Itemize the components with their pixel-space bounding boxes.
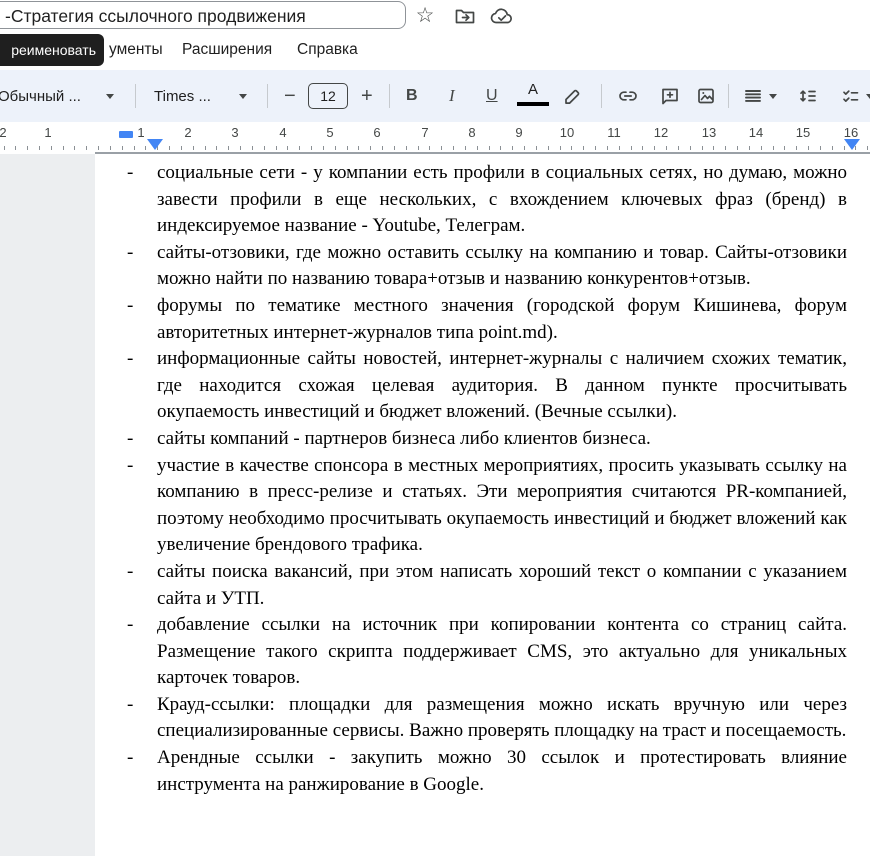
ruler-number: 3: [231, 125, 239, 140]
toolbar-divider: [135, 84, 136, 108]
title-bar: -Стратегия ссылочного продвижения ☆: [0, 0, 870, 32]
list-item[interactable]: - информационные сайты новостей, интерне…: [127, 346, 847, 426]
ruler-number: 4: [279, 125, 287, 140]
toolbar: Обычный ... Times ... − 12 + B I U A: [0, 70, 870, 122]
ruler-number: 12: [653, 125, 669, 140]
ruler-number: 16: [843, 125, 859, 140]
bullet-marker: -: [127, 454, 134, 476]
page-margin-backdrop: [0, 154, 95, 856]
left-indent-marker[interactable]: [147, 139, 163, 150]
font-size-input[interactable]: 12: [308, 83, 348, 109]
list-item-text[interactable]: информационные сайты новостей, интернет-…: [157, 346, 847, 426]
add-comment-icon[interactable]: [658, 70, 682, 122]
toolbar-divider: [601, 84, 602, 108]
bullet-list: - социальные сети - у компании есть проф…: [127, 160, 847, 798]
star-icon[interactable]: ☆: [412, 3, 438, 29]
ruler-number: 7: [421, 125, 429, 140]
line-spacing-icon[interactable]: [796, 70, 820, 122]
document-page[interactable]: - социальные сети - у компании есть проф…: [95, 154, 870, 856]
list-item[interactable]: - форумы по тематике местного значения (…: [127, 293, 847, 346]
chevron-down-icon[interactable]: [239, 70, 247, 122]
list-item-text[interactable]: сайты поиска вакансий, при этом написать…: [157, 559, 847, 612]
first-line-indent-marker[interactable]: [119, 131, 133, 138]
underline-button[interactable]: U: [486, 70, 498, 122]
text-color-button[interactable]: A: [521, 81, 545, 98]
list-item-text[interactable]: социальные сети - у компании есть профил…: [157, 160, 847, 240]
ruler-number: 5: [326, 125, 334, 140]
checklist-icon[interactable]: [840, 70, 868, 122]
chevron-down-icon[interactable]: [769, 70, 777, 122]
bullet-marker: -: [127, 747, 134, 769]
ruler-number: 10: [559, 125, 575, 140]
list-item-text[interactable]: сайты компаний - партнеров бизнеса либо …: [157, 426, 847, 453]
ruler-number: 13: [701, 125, 717, 140]
ruler-number: 2: [184, 125, 192, 140]
ruler-number: 1: [44, 125, 52, 140]
list-item[interactable]: - социальные сети - у компании есть проф…: [127, 160, 847, 240]
chevron-down-icon[interactable]: [106, 70, 114, 122]
cloud-saved-icon[interactable]: [489, 3, 515, 29]
menu-item[interactable]: Справка: [295, 37, 360, 63]
ruler-number: 14: [748, 125, 764, 140]
ruler-number: 1: [137, 125, 145, 140]
bullet-marker: -: [127, 427, 134, 449]
paragraph-style-selector[interactable]: Обычный ...: [0, 70, 81, 122]
align-justify-icon[interactable]: [741, 70, 765, 122]
ruler-number: 15: [795, 125, 811, 140]
toolbar-divider: [728, 84, 729, 108]
bullet-marker: -: [127, 560, 134, 582]
list-item[interactable]: - сайты-отзовики, где можно оставить ссы…: [127, 240, 847, 293]
ruler-number: 2: [0, 125, 7, 140]
font-selector[interactable]: Times ...: [154, 70, 211, 122]
chevron-down-icon[interactable]: [866, 70, 870, 122]
move-to-folder-icon[interactable]: [452, 3, 478, 29]
insert-link-icon[interactable]: [616, 70, 640, 122]
decrease-font-size-button[interactable]: −: [284, 70, 296, 122]
menu-item[interactable]: Расширения: [180, 37, 274, 63]
ruler-number: 9: [515, 125, 523, 140]
bullet-marker: -: [127, 348, 134, 370]
menu-bar: ументы Расширения Справка реименовать: [0, 32, 870, 70]
list-item-text[interactable]: добавление ссылки на источник при копиро…: [157, 612, 847, 692]
ruler-number: 8: [468, 125, 476, 140]
right-indent-marker[interactable]: [844, 139, 860, 150]
bullet-marker: -: [127, 294, 134, 316]
bullet-marker: -: [127, 614, 134, 636]
list-item[interactable]: - сайты поиска вакансий, при этом написа…: [127, 559, 847, 612]
ruler-number: 11: [607, 125, 621, 140]
bullet-marker: -: [127, 693, 134, 715]
list-item-text[interactable]: Арендные ссылки - закупить можно 30 ссыл…: [157, 745, 847, 798]
text-color-swatch: [517, 102, 549, 106]
bullet-marker: -: [127, 241, 134, 263]
italic-button[interactable]: I: [449, 70, 455, 122]
toolbar-divider: [389, 84, 390, 108]
list-item[interactable]: - Арендные ссылки - закупить можно 30 сс…: [127, 745, 847, 798]
rename-tooltip: реименовать: [0, 34, 104, 66]
list-item-text[interactable]: форумы по тематике местного значения (го…: [157, 293, 847, 346]
document-area: - социальные сети - у компании есть проф…: [0, 154, 870, 856]
list-item-text[interactable]: Крауд-ссылки: площадки для размещения мо…: [157, 692, 847, 745]
insert-image-icon[interactable]: [694, 70, 718, 122]
bold-button[interactable]: B: [406, 70, 418, 122]
list-item[interactable]: - сайты компаний - партнеров бизнеса либ…: [127, 426, 847, 453]
list-item[interactable]: - добавление ссылки на источник при копи…: [127, 612, 847, 692]
highlighter-icon[interactable]: [560, 70, 584, 122]
list-item[interactable]: - Крауд-ссылки: площадки для размещения …: [127, 692, 847, 745]
increase-font-size-button[interactable]: +: [361, 70, 373, 122]
list-item-text[interactable]: участие в качестве спонсора в местных ме…: [157, 453, 847, 559]
list-item[interactable]: - участие в качестве спонсора в местных …: [127, 453, 847, 559]
menu-item[interactable]: ументы: [107, 37, 165, 63]
toolbar-divider: [267, 84, 268, 108]
ruler[interactable]: 2 1 1 2 3 4 5 6 7 8 9 10 11 12 13 14 15 …: [0, 122, 870, 154]
list-item-text[interactable]: сайты-отзовики, где можно оставить ссылк…: [157, 240, 847, 293]
document-title-input[interactable]: -Стратегия ссылочного продвижения: [0, 1, 406, 29]
bullet-marker: -: [127, 162, 134, 183]
ruler-number: 6: [373, 125, 381, 140]
